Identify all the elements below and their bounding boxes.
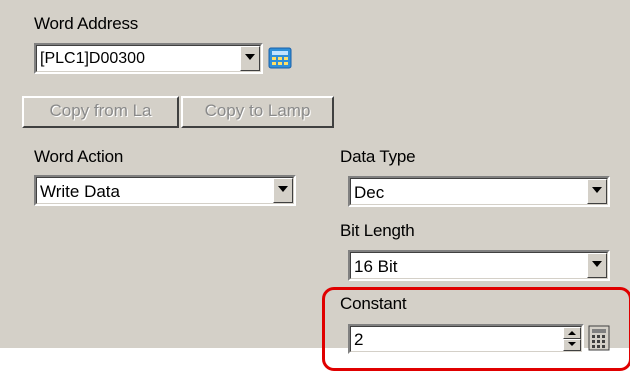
word-action-select[interactable]: Write Data [34, 175, 296, 206]
data-type-select[interactable]: Dec [348, 176, 610, 207]
chevron-down-icon [592, 187, 602, 193]
word-address-value: [PLC1]D00300 [40, 50, 145, 67]
chevron-down-icon [278, 186, 288, 192]
address-input-button[interactable] [268, 46, 292, 70]
chevron-down-icon [592, 261, 602, 267]
bit-length-dropdown-button[interactable] [587, 253, 607, 278]
bit-length-select[interactable]: 16 Bit [348, 250, 610, 281]
word-action-value: Write Data [40, 182, 120, 201]
keypad-icon [268, 47, 292, 69]
bit-length-value: 16 Bit [354, 257, 398, 276]
word-address-combobox[interactable]: [PLC1]D00300 [34, 43, 263, 74]
copy-to-lamp-button[interactable]: Copy to Lamp [181, 96, 334, 128]
word-address-label: Word Address [34, 14, 139, 33]
copy-from-lamp-button[interactable]: Copy from La [22, 96, 179, 128]
word-address-dropdown-button[interactable] [240, 46, 260, 71]
data-type-dropdown-button[interactable] [587, 179, 607, 204]
data-type-label: Data Type [340, 147, 416, 166]
chevron-down-icon [245, 54, 255, 60]
constant-highlight-box [322, 287, 630, 371]
data-type-value: Dec [354, 183, 385, 202]
bit-length-label: Bit Length [340, 221, 415, 240]
word-action-label: Word Action [34, 147, 124, 166]
word-action-dropdown-button[interactable] [273, 178, 293, 203]
